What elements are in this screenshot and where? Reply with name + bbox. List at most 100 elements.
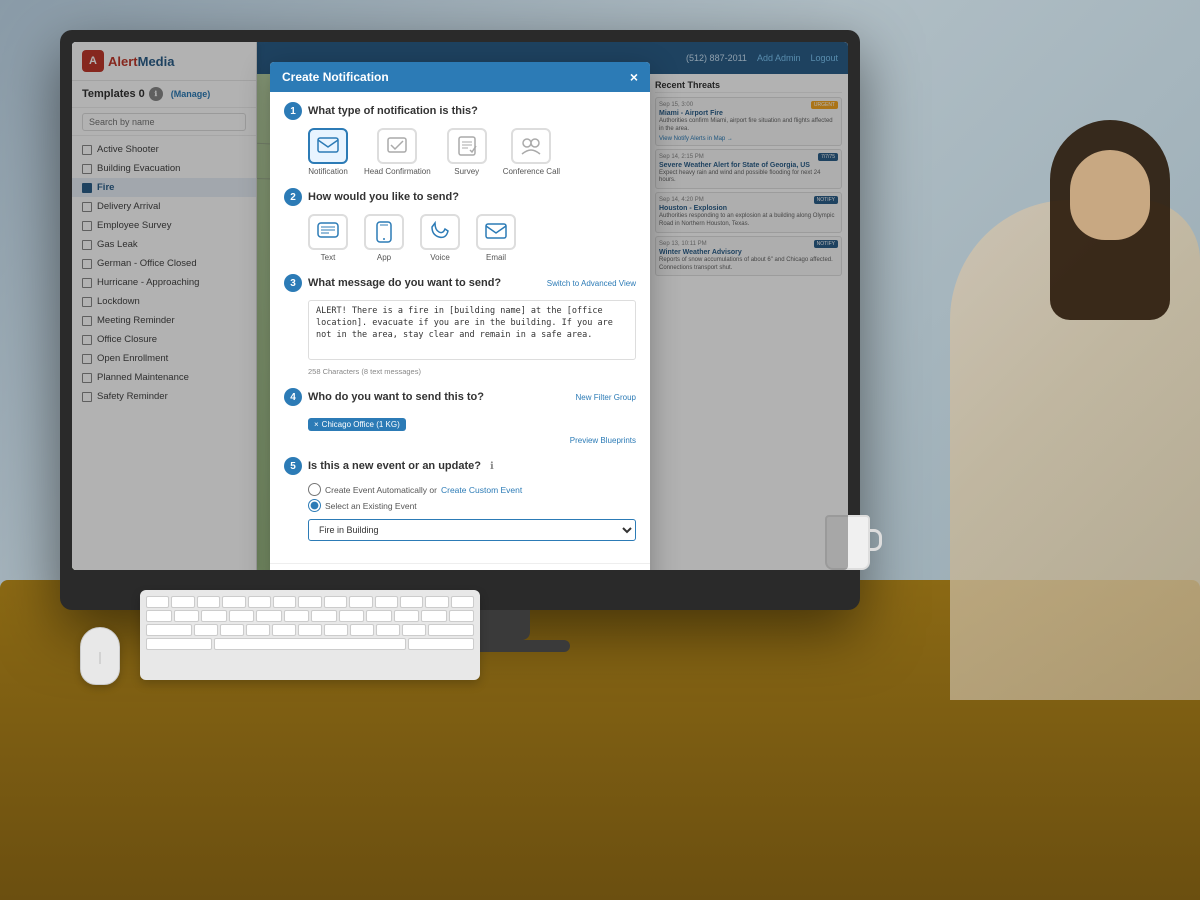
recipient-tag: × Chicago Office (1 KG) bbox=[308, 418, 406, 431]
step-2-title: How would you like to send? bbox=[308, 191, 459, 203]
new-filter-group-link[interactable]: New Filter Group bbox=[576, 393, 636, 402]
send-app-label: App bbox=[377, 253, 391, 262]
radio-select-existing-label: Select an Existing Event bbox=[325, 501, 417, 511]
key bbox=[272, 624, 296, 636]
survey-icon bbox=[447, 128, 487, 164]
key bbox=[284, 610, 310, 622]
message-textarea[interactable]: ALERT! There is a fire in [building name… bbox=[308, 300, 636, 360]
message-area: ALERT! There is a fire in [building name… bbox=[284, 300, 636, 376]
key bbox=[220, 624, 244, 636]
create-custom-event-link[interactable]: Create Custom Event bbox=[441, 485, 522, 495]
head-confirmation-icon bbox=[377, 128, 417, 164]
step-5-info-icon: ℹ bbox=[490, 461, 494, 472]
notification-icon bbox=[308, 128, 348, 164]
create-notification-modal: Create Notification × 1 What type of not… bbox=[270, 62, 650, 570]
notification-label: Notification bbox=[308, 167, 348, 176]
send-voice[interactable]: Voice bbox=[420, 214, 460, 262]
radio-create-auto[interactable] bbox=[308, 483, 321, 496]
key bbox=[194, 624, 218, 636]
key bbox=[311, 610, 337, 622]
step-2: 2 How would you like to send? bbox=[284, 188, 636, 262]
send-app[interactable]: App bbox=[364, 214, 404, 262]
modal-header: Create Notification × bbox=[270, 62, 650, 92]
type-notification[interactable]: Notification bbox=[308, 128, 348, 176]
step-3: 3 What message do you want to send? Swit… bbox=[284, 274, 636, 376]
send-method-options: Text bbox=[284, 214, 636, 262]
mug-handle bbox=[868, 529, 882, 551]
conference-call-label: Conference Call bbox=[503, 167, 560, 176]
send-voice-icon bbox=[420, 214, 460, 250]
key bbox=[375, 596, 398, 608]
key bbox=[256, 610, 282, 622]
recipient-tag-close[interactable]: × bbox=[314, 420, 319, 429]
spacebar-key bbox=[214, 638, 407, 650]
send-text-label: Text bbox=[321, 253, 336, 262]
send-app-icon bbox=[364, 214, 404, 250]
step-4-title: Who do you want to send this to? bbox=[308, 391, 484, 403]
key bbox=[324, 624, 348, 636]
step-1: 1 What type of notification is this? bbox=[284, 102, 636, 176]
key bbox=[146, 596, 169, 608]
key bbox=[400, 596, 423, 608]
keyboard-area bbox=[140, 590, 480, 680]
key bbox=[408, 638, 474, 650]
step-1-title: What type of notification is this? bbox=[308, 105, 478, 117]
key bbox=[298, 624, 322, 636]
key bbox=[248, 596, 271, 608]
modal-body: 1 What type of notification is this? bbox=[270, 92, 650, 563]
step-2-number: 2 bbox=[284, 188, 302, 206]
recipient-tag-label: Chicago Office (1 KG) bbox=[322, 420, 400, 429]
step-5-title: Is this a new event or an update? bbox=[308, 460, 481, 472]
conference-call-icon bbox=[511, 128, 551, 164]
key bbox=[366, 610, 392, 622]
recipients-area: × Chicago Office (1 KG) Preview Blueprin… bbox=[284, 414, 636, 445]
preview-blueprints-link[interactable]: Preview Blueprints bbox=[308, 436, 636, 445]
mouse-area bbox=[80, 627, 120, 685]
key bbox=[449, 610, 475, 622]
key bbox=[425, 596, 448, 608]
char-count: 258 Characters (8 text messages) bbox=[308, 367, 421, 376]
key bbox=[298, 596, 321, 608]
close-button[interactable]: × bbox=[630, 70, 638, 84]
survey-label: Survey bbox=[454, 167, 479, 176]
key bbox=[421, 610, 447, 622]
key bbox=[146, 624, 192, 636]
person-silhouette bbox=[900, 100, 1200, 700]
key bbox=[451, 596, 474, 608]
send-text[interactable]: Text bbox=[308, 214, 348, 262]
send-email-label: Email bbox=[486, 253, 506, 262]
radio-select-existing[interactable] bbox=[308, 499, 321, 512]
key bbox=[229, 610, 255, 622]
mouse-divider bbox=[100, 652, 101, 664]
step-1-number: 1 bbox=[284, 102, 302, 120]
key bbox=[201, 610, 227, 622]
notification-type-options: Notification Head Conf bbox=[284, 128, 636, 176]
radio-create-auto-label: Create Event Automatically or bbox=[325, 485, 437, 495]
key bbox=[324, 596, 347, 608]
key bbox=[273, 596, 296, 608]
key bbox=[171, 596, 194, 608]
advanced-view-link[interactable]: Switch to Advanced View bbox=[547, 279, 636, 288]
key bbox=[146, 638, 212, 650]
type-survey[interactable]: Survey bbox=[447, 128, 487, 176]
key bbox=[428, 624, 474, 636]
step-3-number: 3 bbox=[284, 274, 302, 292]
send-email-icon bbox=[476, 214, 516, 250]
key bbox=[350, 624, 374, 636]
event-select[interactable]: Fire in Building bbox=[308, 519, 636, 541]
type-conference-call[interactable]: Conference Call bbox=[503, 128, 560, 176]
send-voice-label: Voice bbox=[430, 253, 450, 262]
key bbox=[394, 610, 420, 622]
step-4: 4 Who do you want to send this to? New F… bbox=[284, 388, 636, 445]
monitor-bezel: Globex Incorporated (512) 887-2011 Add A… bbox=[60, 30, 860, 610]
step-5-number: 5 bbox=[284, 457, 302, 475]
key bbox=[376, 624, 400, 636]
key bbox=[246, 624, 270, 636]
key bbox=[197, 596, 220, 608]
key bbox=[339, 610, 365, 622]
event-area: Create Event Automatically or Create Cus… bbox=[284, 483, 636, 541]
type-head-confirmation[interactable]: Head Confirmation bbox=[364, 128, 431, 176]
step-4-number: 4 bbox=[284, 388, 302, 406]
send-text-icon bbox=[308, 214, 348, 250]
send-email[interactable]: Email bbox=[476, 214, 516, 262]
